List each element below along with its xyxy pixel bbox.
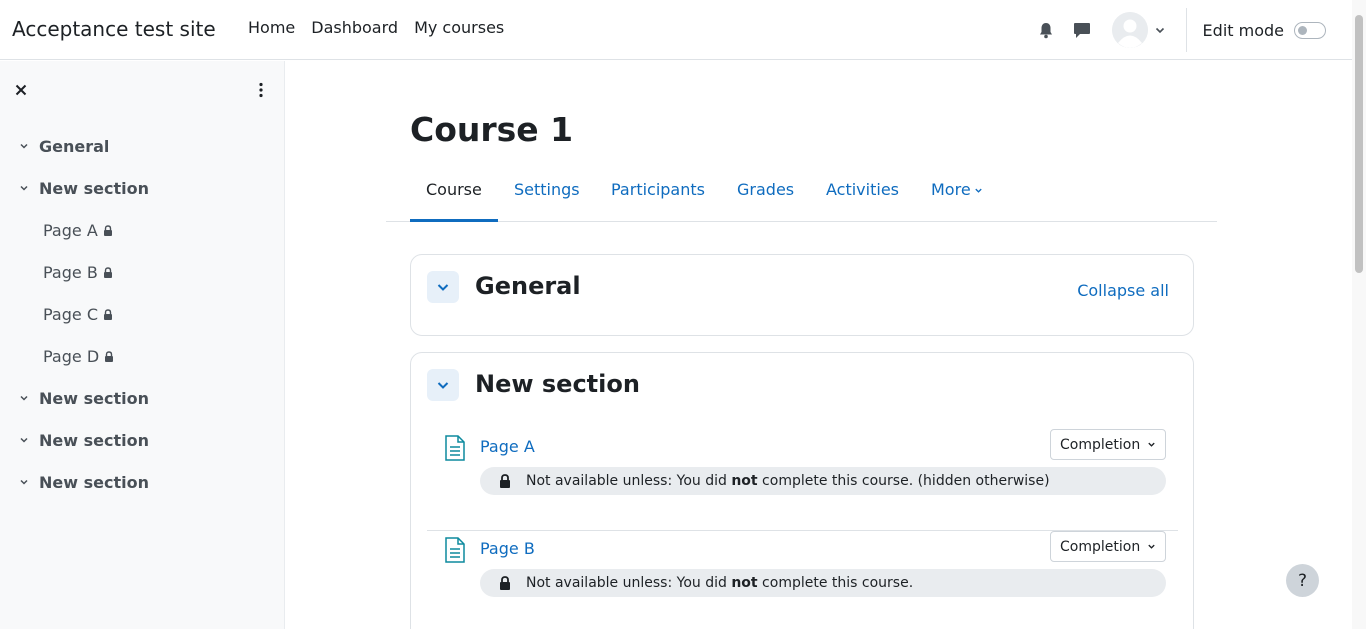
edit-mode-switch[interactable]: Edit mode xyxy=(1203,21,1326,40)
drawer-page-item[interactable]: Page B xyxy=(0,251,285,293)
course-tabs: Course Settings Participants Grades Acti… xyxy=(386,166,1217,222)
avatar-icon xyxy=(1111,12,1148,48)
chevron-down-icon[interactable] xyxy=(18,476,30,488)
avatar xyxy=(1111,12,1148,48)
bell-icon xyxy=(1039,22,1052,38)
page-icon xyxy=(445,435,465,461)
chevron-down-icon xyxy=(1155,27,1164,34)
drawer-item-label: General xyxy=(39,136,110,156)
drawer-item-label: New section xyxy=(39,472,149,492)
nav-home-link[interactable]: Home xyxy=(240,18,303,37)
drawer-item-label: Page B xyxy=(43,262,98,282)
lock-icon xyxy=(104,308,112,320)
tab-participants[interactable]: Participants xyxy=(595,166,721,222)
chevron-down-icon[interactable] xyxy=(18,392,30,404)
section-title: New section xyxy=(475,370,640,398)
course-index-list: General New section Page A Page B Page C Page… xyxy=(0,125,285,503)
chevron-down-icon xyxy=(437,382,449,389)
availability-restriction: Not available unless: You did not comple… xyxy=(480,569,1166,597)
course-index-drawer: General New section Page A Page B Page C Page… xyxy=(0,61,285,629)
activity-link[interactable]: Page B xyxy=(480,539,535,558)
drawer-section-item[interactable]: New section xyxy=(0,377,285,419)
top-navbar: Acceptance test site Home Dashboard My c… xyxy=(0,0,1352,60)
drawer-section-item[interactable]: New section xyxy=(0,167,285,209)
scrollbar-thumb[interactable] xyxy=(1355,15,1363,273)
lock-icon xyxy=(103,224,112,236)
close-icon[interactable] xyxy=(12,81,30,99)
drawer-section-item[interactable]: New section xyxy=(0,419,285,461)
chevron-down-icon[interactable] xyxy=(18,434,30,446)
chevron-down-icon[interactable] xyxy=(18,140,30,152)
drawer-page-item[interactable]: Page C xyxy=(0,293,285,335)
notifications-button[interactable] xyxy=(1028,12,1064,48)
chat-icon xyxy=(1073,22,1090,38)
help-button[interactable]: ? xyxy=(1286,564,1319,597)
general-section-card: General Collapse all xyxy=(410,254,1194,336)
tab-course[interactable]: Course xyxy=(410,166,498,222)
availability-suffix: complete this course. xyxy=(757,575,914,591)
nav-dashboard-link[interactable]: Dashboard xyxy=(303,18,406,37)
chevron-down-icon xyxy=(437,284,449,291)
chevron-down-icon xyxy=(1148,442,1155,447)
drawer-section-item[interactable]: New section xyxy=(0,461,285,503)
edit-mode-label: Edit mode xyxy=(1202,20,1284,40)
drawer-item-label: Page D xyxy=(43,346,100,366)
collapse-section-button[interactable] xyxy=(427,369,459,401)
nav-my-courses-link[interactable]: My courses xyxy=(406,18,512,37)
tab-grades[interactable]: Grades xyxy=(721,166,810,222)
lock-icon xyxy=(105,350,114,362)
navbar-user-area: Edit mode xyxy=(1028,0,1352,60)
drawer-item-label: New section xyxy=(39,178,149,198)
edit-mode-toggle[interactable] xyxy=(1294,21,1326,39)
availability-bold: not xyxy=(731,575,758,591)
drawer-page-item[interactable]: Page D xyxy=(0,335,285,377)
messages-button[interactable] xyxy=(1064,12,1100,48)
user-menu-toggle[interactable] xyxy=(1111,12,1166,48)
chevron-down-icon xyxy=(974,188,982,193)
primary-navigation: Home Dashboard My courses xyxy=(240,18,512,37)
collapse-all-link[interactable]: Collapse all xyxy=(1077,281,1169,300)
page-icon xyxy=(445,537,465,563)
tab-more[interactable]: More xyxy=(915,166,999,222)
drawer-item-label: Page A xyxy=(43,220,98,240)
chevron-down-icon xyxy=(1148,544,1155,549)
completion-dropdown[interactable]: Completion xyxy=(1050,429,1166,460)
completion-label: Completion xyxy=(1060,538,1141,555)
lock-icon xyxy=(103,266,112,278)
drawer-item-label: New section xyxy=(39,388,149,408)
tab-settings[interactable]: Settings xyxy=(498,166,596,222)
lock-icon xyxy=(500,576,510,590)
tab-more-label: More xyxy=(931,180,971,199)
availability-prefix: Not available unless: You did xyxy=(526,575,732,591)
chevron-down-icon[interactable] xyxy=(18,182,30,194)
navbar-divider xyxy=(1185,8,1187,52)
availability-bold: not xyxy=(731,473,758,489)
drawer-item-label: Page C xyxy=(43,304,98,324)
lock-icon xyxy=(500,474,510,488)
page-title: Course 1 xyxy=(410,110,574,149)
drawer-page-item[interactable]: Page A xyxy=(0,209,285,251)
site-name[interactable]: Acceptance test site xyxy=(12,17,216,41)
availability-prefix: Not available unless: You did xyxy=(526,473,732,489)
activity-page-a: Page A Completion Not available unless: … xyxy=(427,429,1178,531)
availability-suffix: complete this course. (hidden otherwise) xyxy=(757,473,1050,489)
activity-page-b: Page B Completion Not available unless: … xyxy=(427,531,1178,629)
section-title: General xyxy=(475,272,581,300)
kebab-menu-icon[interactable] xyxy=(252,81,270,99)
drawer-item-label: New section xyxy=(39,430,149,450)
collapse-general-button[interactable] xyxy=(427,271,459,303)
availability-restriction: Not available unless: You did not comple… xyxy=(480,467,1166,495)
activity-link[interactable]: Page A xyxy=(480,437,535,456)
tab-activities[interactable]: Activities xyxy=(810,166,915,222)
page-scrollbar[interactable] xyxy=(1352,0,1366,629)
new-section-card: New section Page A Completion Not availa… xyxy=(410,352,1194,629)
completion-label: Completion xyxy=(1060,436,1141,453)
completion-dropdown[interactable]: Completion xyxy=(1050,531,1166,562)
drawer-section-item[interactable]: General xyxy=(0,125,285,167)
